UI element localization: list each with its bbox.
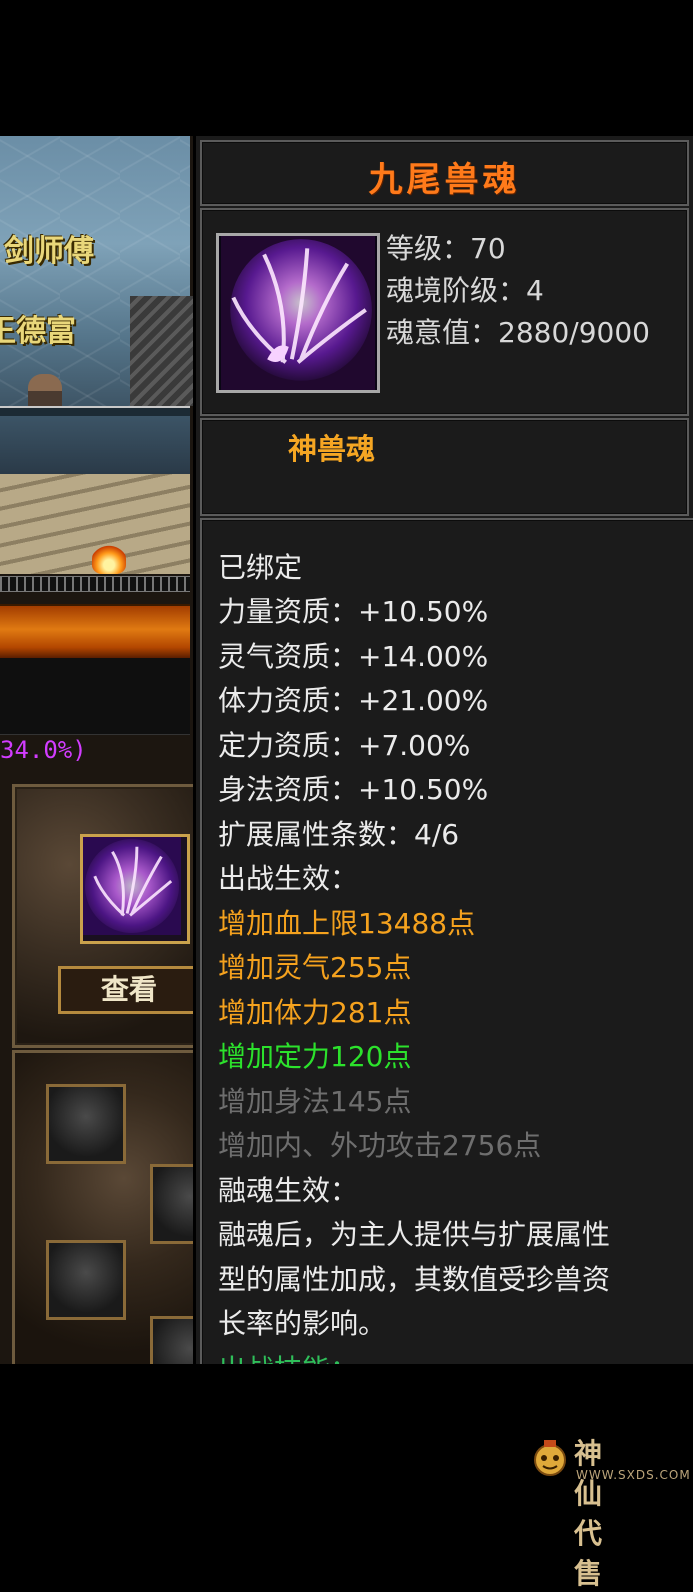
game-world-view <box>0 136 193 406</box>
fusion-effect-header: 融魂生效： <box>218 1174 359 1207</box>
window-titlebar <box>0 604 190 660</box>
bonus-attack: 增加内、外功攻击2756点 <box>218 1129 542 1162</box>
beast-soul-icon <box>216 233 380 393</box>
window-row <box>0 658 190 735</box>
category-frame <box>200 418 689 516</box>
attr-agility: 身法资质：+10.50% <box>218 773 489 806</box>
realm-tier-text: 魂境阶级：4 <box>386 274 544 307</box>
soul-category: 神兽魂 <box>288 432 376 466</box>
equip-slot-1[interactable] <box>46 1084 126 1164</box>
battle-effect-header: 出战生效： <box>218 862 359 895</box>
npc-name: 王德富 <box>0 314 76 349</box>
attr-spirit: 灵气资质：+14.00% <box>218 640 489 673</box>
beast-soul-icon-small[interactable] <box>80 834 190 944</box>
bonus-stamina: 增加体力281点 <box>218 996 412 1029</box>
item-title: 九尾兽魂 <box>368 160 521 200</box>
bound-status: 已绑定 <box>218 551 303 584</box>
campfire <box>92 544 126 574</box>
attr-strength: 力量资质：+10.50% <box>218 595 489 628</box>
fusion-desc-line-3: 长率的影响。 <box>218 1307 387 1340</box>
ornament-strip <box>0 576 190 592</box>
equip-slot-3[interactable] <box>46 1240 126 1320</box>
game-world-view-lower <box>0 416 190 474</box>
battle-skill-header: 出战技能： <box>218 1348 358 1364</box>
npc-title: 剑师傅 <box>4 234 94 269</box>
item-tooltip: 九尾兽魂 等级：70 魂境阶级：4 魂意值：2880/9000 神兽魂 已绑定 … <box>196 136 693 1364</box>
watermark-url: WWW.SXDS.COM <box>576 1468 691 1482</box>
bonus-hp: 增加血上限13488点 <box>218 907 476 940</box>
bonus-focus: 增加定力120点 <box>218 1040 412 1073</box>
soul-value-text: 魂意值：2880/9000 <box>386 316 650 349</box>
view-button[interactable]: 查看 <box>58 966 193 1014</box>
building-roof <box>130 296 193 406</box>
equip-slot-2[interactable] <box>150 1164 193 1244</box>
mascot-icon <box>534 1440 566 1476</box>
nine-tail-icon <box>83 837 181 935</box>
fusion-desc-line-1: 融魂后，为主人提供与扩展属性 <box>218 1218 611 1251</box>
attr-stamina: 体力资质：+21.00% <box>218 684 489 717</box>
game-scene-panel: 剑师傅 王德富 34.0%) 查看 <box>0 136 193 1364</box>
watermark-text: 神仙代售 <box>574 1437 604 1590</box>
bonus-agility: 增加身法145点 <box>218 1085 412 1118</box>
progress-percent: 34.0%) <box>0 736 87 764</box>
equip-slot-4[interactable] <box>150 1316 193 1364</box>
level-text: 等级：70 <box>386 232 506 265</box>
bonus-spirit: 增加灵气255点 <box>218 951 412 984</box>
extended-attr-count: 扩展属性条数：4/6 <box>218 818 460 851</box>
fusion-desc-line-2: 型的属性加成，其数值受珍兽资 <box>218 1263 611 1296</box>
nine-tail-icon-large <box>221 236 375 390</box>
attr-focus: 定力资质：+7.00% <box>218 729 471 762</box>
